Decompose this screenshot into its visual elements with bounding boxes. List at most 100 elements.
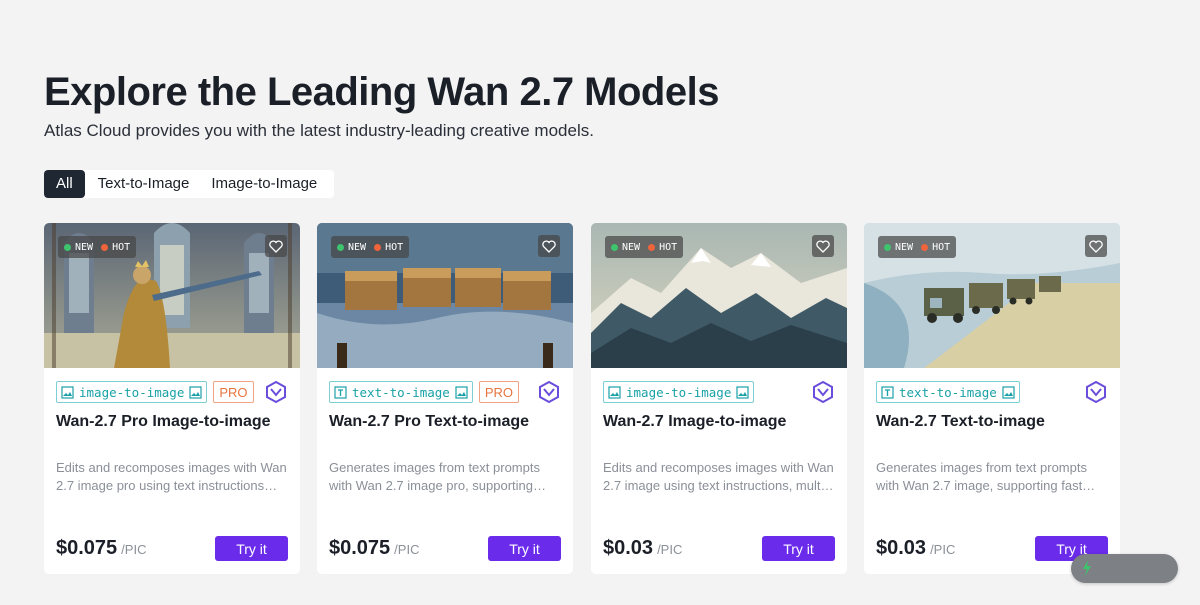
category-tag-label: text-to-image: [352, 384, 450, 400]
pro-tag: PRO: [478, 381, 520, 403]
tag-row: image-to-image PRO: [56, 380, 288, 404]
filter-tabs: All Text-to-Image Image-to-Image: [44, 170, 335, 198]
description-line: Edits and recomposes images with Wan: [56, 460, 287, 475]
price-unit: /PIC: [930, 542, 956, 557]
category-tag: text-to-image: [329, 381, 473, 403]
wan-logo-icon: [266, 380, 286, 404]
red-dot-icon: [374, 243, 382, 251]
new-label: NEW: [895, 241, 914, 253]
category-tag: image-to-image: [56, 381, 208, 403]
heart-icon: [542, 239, 556, 253]
status-badges: NEW HOT: [331, 236, 410, 258]
try-it-button[interactable]: Try it: [762, 536, 835, 561]
red-dot-icon: [648, 243, 656, 251]
tab-all[interactable]: All: [44, 170, 85, 198]
favorite-button[interactable]: [538, 235, 560, 257]
price: $0.075: [56, 537, 118, 559]
hot-label: HOT: [659, 241, 678, 253]
category-tag-label: image-to-image: [79, 384, 185, 400]
price-unit: /PIC: [121, 542, 147, 557]
model-title[interactable]: Wan-2.7 Image-to-image: [603, 413, 786, 431]
lightning-icon: [1083, 560, 1091, 576]
image-icon: [455, 385, 468, 399]
new-label: NEW: [622, 241, 641, 253]
floating-widget-button[interactable]: [1071, 554, 1178, 583]
text-icon: [881, 385, 894, 399]
tag-row: text-to-image PRO: [329, 380, 561, 404]
new-label: NEW: [75, 241, 94, 253]
heart-icon: [816, 239, 830, 253]
description-line: 2.7 image using text instructions, multi…: [603, 478, 835, 493]
favorite-button[interactable]: [265, 235, 287, 257]
tab-image-to-image[interactable]: Image-to-Image: [202, 170, 326, 198]
hot-label: HOT: [385, 241, 404, 253]
green-dot-icon: [64, 243, 71, 251]
status-badges: NEW HOT: [605, 236, 684, 258]
category-tag: text-to-image: [876, 381, 1020, 403]
model-card-wan-2-7-pro-text-to-image[interactable]: NEW HOT text-to-image PRO Wan-2.7 Pro Te…: [317, 223, 573, 574]
hot-label: HOT: [932, 241, 951, 253]
new-badge: NEW: [64, 242, 93, 253]
model-title[interactable]: Wan-2.7 Pro Text-to-image: [329, 413, 529, 431]
green-dot-icon: [884, 243, 891, 251]
price-unit: /PIC: [657, 542, 683, 557]
favorite-button[interactable]: [1085, 235, 1107, 257]
red-dot-icon: [921, 243, 929, 251]
wan-logo-icon: [1086, 380, 1106, 404]
tab-text-to-image[interactable]: Text-to-Image: [89, 170, 199, 198]
model-description: Edits and recomposes images with Wan 2.7…: [56, 459, 288, 495]
heart-icon: [269, 239, 283, 253]
pro-tag: PRO: [213, 381, 254, 403]
category-tag-label: image-to-image: [626, 384, 732, 400]
status-badges: NEW HOT: [878, 236, 957, 258]
price: $0.03: [876, 537, 927, 559]
image-icon: [1002, 385, 1015, 399]
heart-icon: [1089, 239, 1103, 253]
price: $0.03: [603, 537, 654, 559]
status-badges: NEW HOT: [58, 236, 137, 258]
image-icon: [608, 385, 621, 399]
hot-badge: HOT: [648, 242, 677, 253]
price-unit: /PIC: [394, 542, 420, 557]
try-it-button[interactable]: Try it: [215, 536, 288, 561]
price-row: $0.075 /PIC: [329, 537, 419, 560]
tag-row: text-to-image: [876, 380, 1108, 404]
price: $0.075: [329, 537, 391, 559]
price-row: $0.03 /PIC: [876, 537, 955, 560]
green-dot-icon: [611, 243, 618, 251]
favorite-button[interactable]: [812, 235, 834, 257]
hot-label: HOT: [112, 241, 131, 253]
model-title[interactable]: Wan-2.7 Pro Image-to-image: [56, 413, 271, 431]
description-line: 2.7 image pro using text instructions…: [56, 478, 278, 493]
new-label: NEW: [348, 241, 367, 253]
model-title[interactable]: Wan-2.7 Text-to-image: [876, 413, 1045, 431]
description-line: with Wan 2.7 image, supporting fast…: [876, 478, 1096, 493]
price-row: $0.03 /PIC: [603, 537, 682, 560]
page-subtitle: Atlas Cloud provides you with the latest…: [44, 121, 594, 140]
description-line: Generates images from text prompts: [876, 460, 1087, 475]
green-dot-icon: [337, 243, 344, 251]
model-description: Generates images from text prompts with …: [876, 459, 1108, 495]
description-line: Generates images from text prompts: [329, 460, 540, 475]
red-dot-icon: [101, 243, 109, 251]
image-icon: [189, 385, 202, 399]
description-line: with Wan 2.7 image pro, supporting…: [329, 478, 547, 493]
new-badge: NEW: [611, 242, 640, 253]
hot-badge: HOT: [101, 242, 130, 253]
model-description: Edits and recomposes images with Wan 2.7…: [603, 459, 835, 495]
new-badge: NEW: [337, 242, 366, 253]
new-badge: NEW: [884, 242, 913, 253]
hot-badge: HOT: [374, 242, 403, 253]
model-card-wan-2-7-image-to-image[interactable]: NEW HOT image-to-image Wan-2.7 Image-to-…: [591, 223, 847, 574]
price-row: $0.075 /PIC: [56, 537, 146, 560]
category-tag-label: text-to-image: [899, 384, 997, 400]
model-card-wan-2-7-text-to-image[interactable]: NEW HOT text-to-image Wan-2.7 Text-to-im…: [864, 223, 1120, 574]
model-description: Generates images from text prompts with …: [329, 459, 561, 495]
try-it-button[interactable]: Try it: [488, 536, 561, 561]
text-icon: [334, 385, 347, 399]
description-line: Edits and recomposes images with Wan: [603, 460, 834, 475]
page-title: Explore the Leading Wan 2.7 Models: [44, 70, 719, 114]
model-card-wan-2-7-pro-image-to-image[interactable]: NEW HOT image-to-image PRO Wan-2.7 Pro I…: [44, 223, 300, 574]
wan-logo-icon: [813, 380, 833, 404]
hot-badge: HOT: [921, 242, 950, 253]
